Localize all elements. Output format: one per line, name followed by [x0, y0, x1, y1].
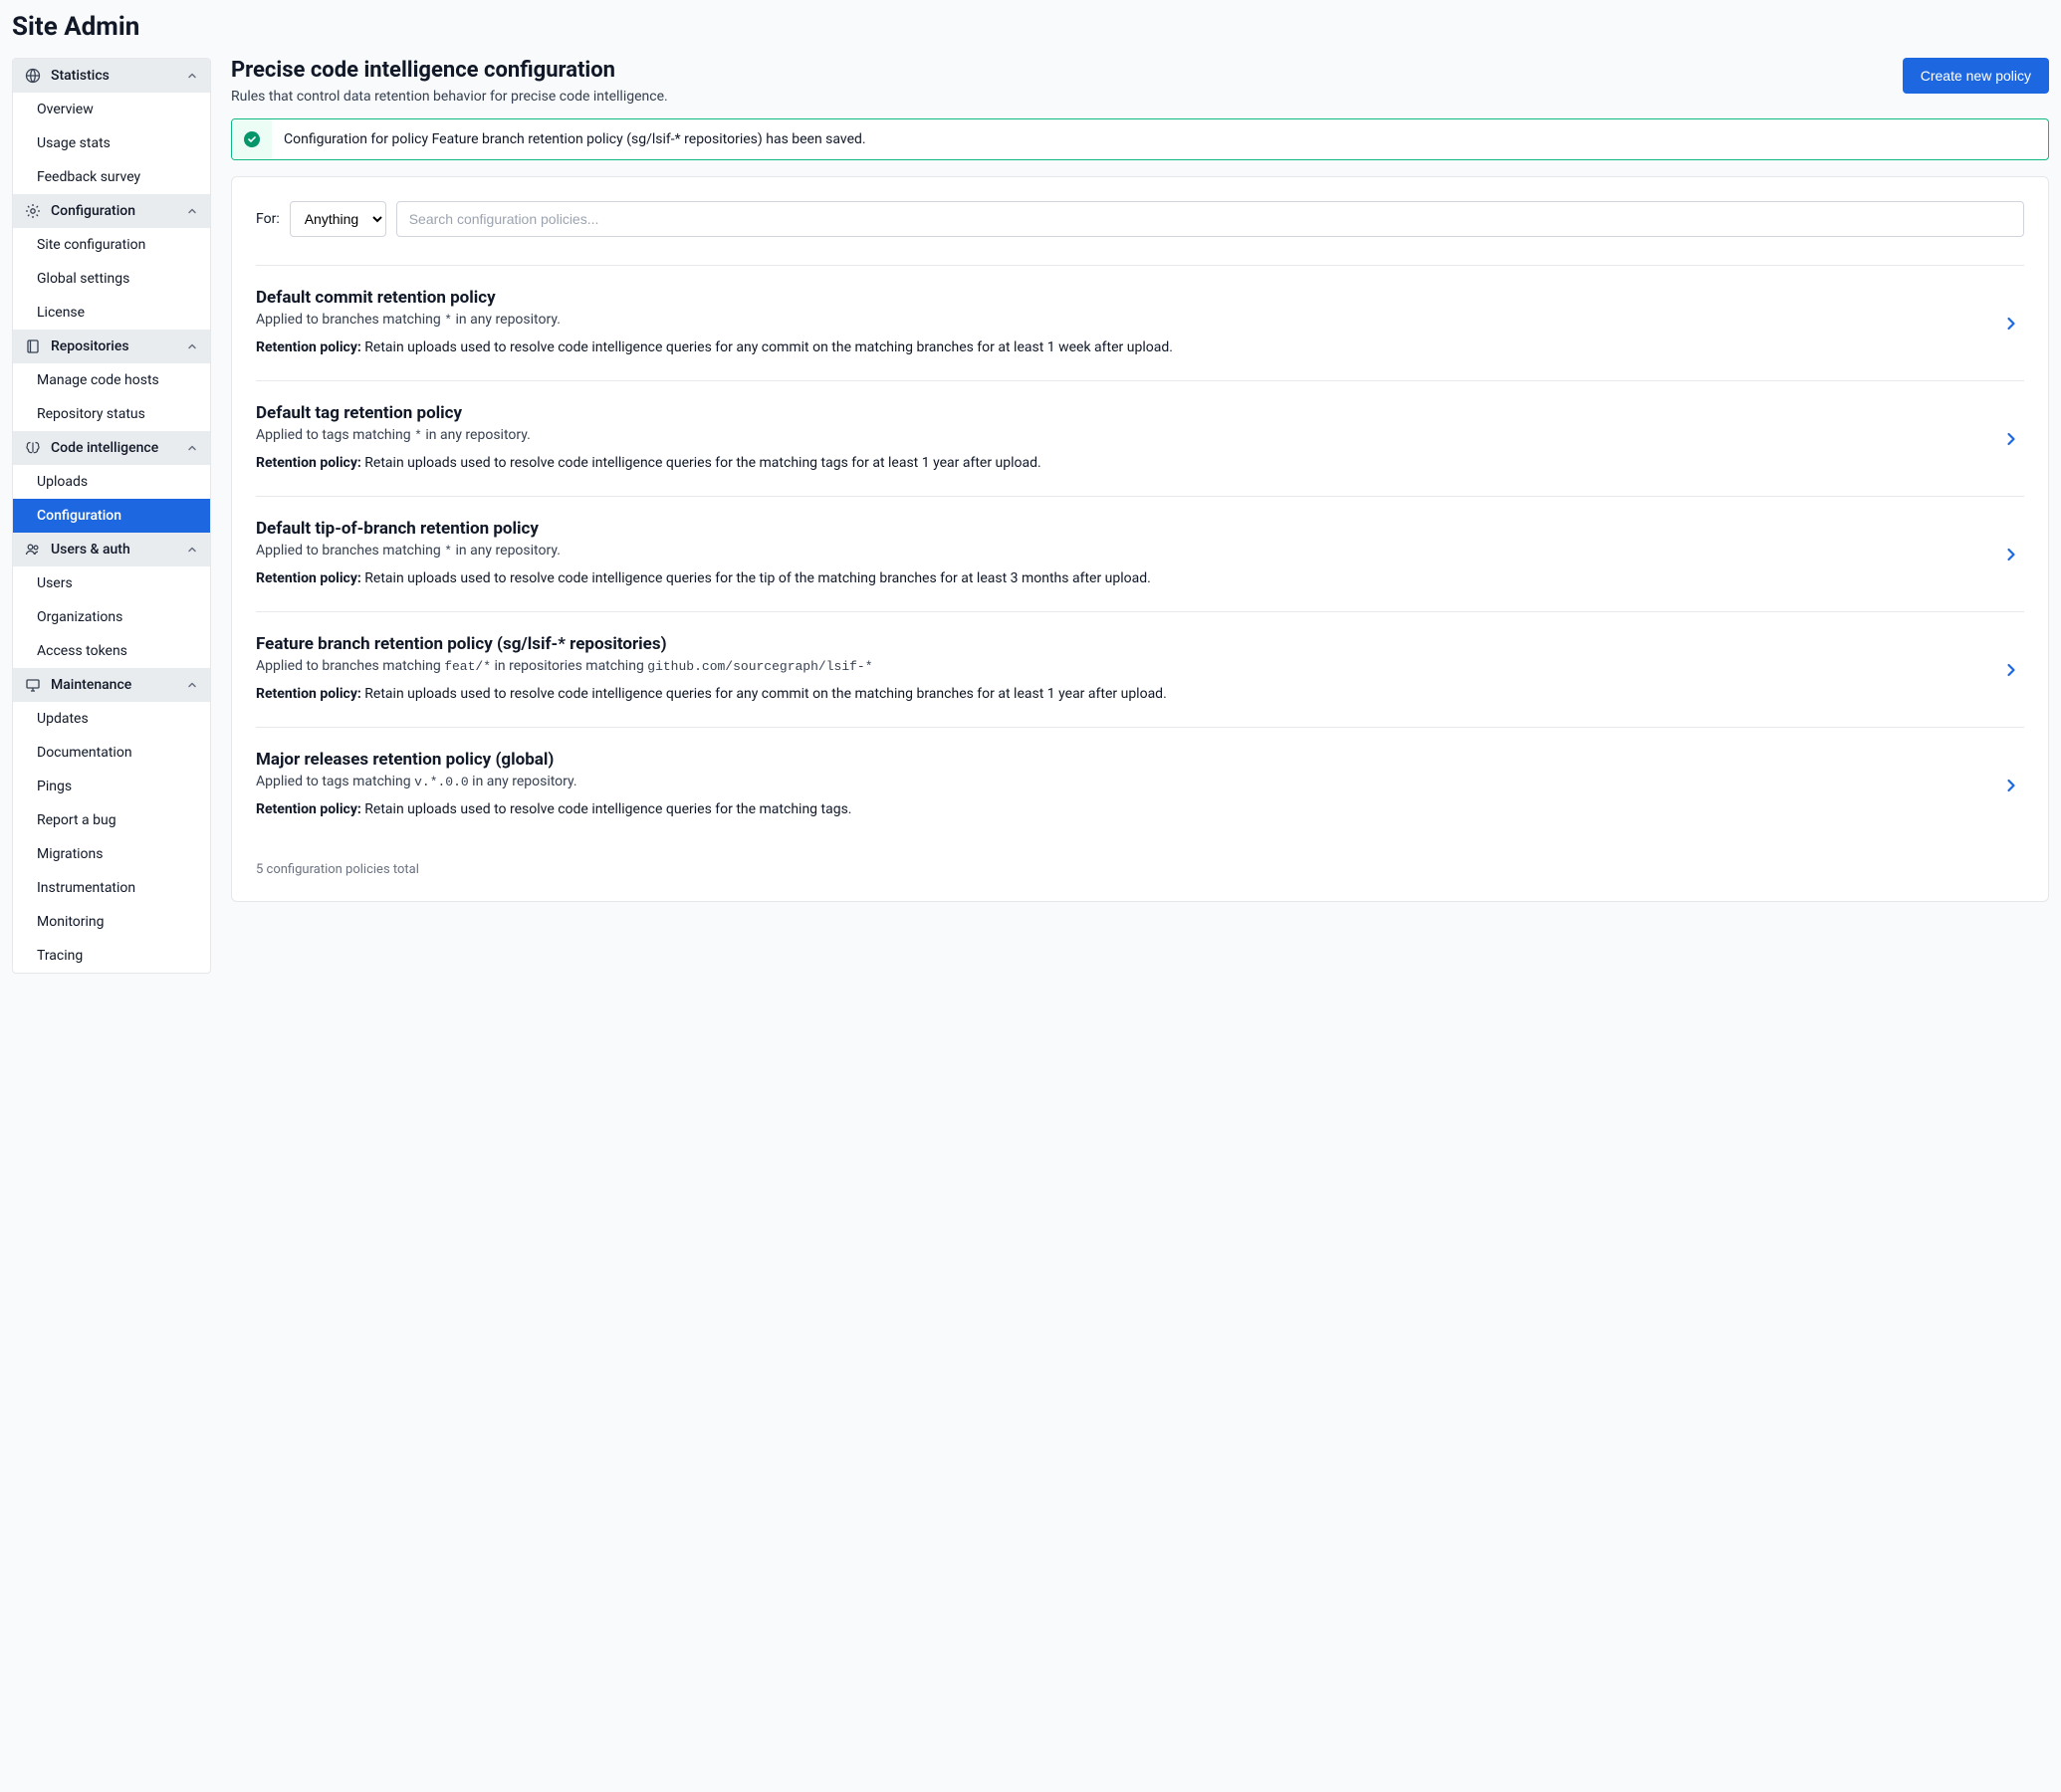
sidebar: Statistics OverviewUsage statsFeedback su… [12, 58, 211, 974]
sidebar-item-uploads[interactable]: Uploads [13, 465, 210, 499]
policy-item[interactable]: Default tip-of-branch retention policy Ap… [256, 496, 2024, 611]
policies-panel: For: Anything Default commit retention p… [231, 176, 2049, 902]
policy-retention: Retention policy: Retain uploads used to… [256, 568, 1986, 589]
sidebar-group-statistics[interactable]: Statistics [13, 59, 210, 93]
chevron-right-icon [1998, 430, 2024, 448]
main-title: Precise code intelligence configuration [231, 58, 668, 83]
sidebar-item-users[interactable]: Users [13, 566, 210, 600]
main-content: Precise code intelligence configuration … [231, 58, 2049, 974]
chevron-right-icon [1998, 661, 2024, 679]
main-subtitle: Rules that control data retention behavi… [231, 89, 668, 105]
policy-title: Feature branch retention policy (sg/lsif… [256, 634, 1986, 654]
chevron-right-icon [1998, 546, 2024, 563]
sidebar-item-report-bug[interactable]: Report a bug [13, 803, 210, 837]
policy-title: Major releases retention policy (global) [256, 750, 1986, 770]
users-icon [25, 542, 41, 558]
policy-item[interactable]: Default tag retention policy Applied to t… [256, 380, 2024, 496]
sidebar-item-global-settings[interactable]: Global settings [13, 262, 210, 296]
sidebar-item-site-config[interactable]: Site configuration [13, 228, 210, 262]
sidebar-group-label: Users & auth [51, 542, 130, 558]
success-alert: Configuration for policy Feature branch … [231, 118, 2049, 160]
policy-content: Feature branch retention policy (sg/lsif… [256, 634, 1986, 705]
policy-content: Default commit retention policy Applied t… [256, 288, 1986, 358]
sidebar-item-migrations[interactable]: Migrations [13, 837, 210, 871]
policy-retention: Retention policy: Retain uploads used to… [256, 337, 1986, 358]
chevron-right-icon [1998, 777, 2024, 794]
sidebar-item-feedback-survey[interactable]: Feedback survey [13, 160, 210, 194]
policy-applied: Applied to branches matching feat/* in r… [256, 658, 1986, 674]
sidebar-item-license[interactable]: License [13, 296, 210, 330]
sidebar-group-configuration[interactable]: Configuration [13, 194, 210, 228]
policy-applied: Applied to tags matching * in any reposi… [256, 427, 1986, 443]
sidebar-item-repository-status[interactable]: Repository status [13, 397, 210, 431]
monitor-icon [25, 677, 41, 693]
policy-title: Default tag retention policy [256, 403, 1986, 423]
filter-for-label: For: [256, 211, 280, 227]
sidebar-item-access-tokens[interactable]: Access tokens [13, 634, 210, 668]
policy-retention: Retention policy: Retain uploads used to… [256, 453, 1986, 474]
sidebar-group-maintenance[interactable]: Maintenance [13, 668, 210, 702]
policy-applied: Applied to branches matching * in any re… [256, 312, 1986, 328]
policy-content: Default tag retention policy Applied to t… [256, 403, 1986, 474]
sidebar-group-users-auth[interactable]: Users & auth [13, 533, 210, 566]
policy-title: Default commit retention policy [256, 288, 1986, 308]
policy-item[interactable]: Feature branch retention policy (sg/lsif… [256, 611, 2024, 727]
policy-content: Default tip-of-branch retention policy Ap… [256, 519, 1986, 589]
chevron-up-icon [186, 679, 198, 691]
sidebar-item-manage-code-hosts[interactable]: Manage code hosts [13, 363, 210, 397]
alert-icon-wrap [232, 119, 272, 159]
sidebar-group-code-intelligence[interactable]: Code intelligence [13, 431, 210, 465]
page-title: Site Admin [12, 12, 2049, 42]
sidebar-item-tracing[interactable]: Tracing [13, 939, 210, 973]
gear-icon [25, 203, 41, 219]
policy-applied: Applied to branches matching * in any re… [256, 543, 1986, 559]
chevron-up-icon [186, 544, 198, 556]
policy-item[interactable]: Default commit retention policy Applied t… [256, 265, 2024, 380]
sidebar-group-repositories[interactable]: Repositories [13, 330, 210, 363]
policy-content: Major releases retention policy (global)… [256, 750, 1986, 820]
policy-item[interactable]: Major releases retention policy (global)… [256, 727, 2024, 842]
sidebar-item-monitoring[interactable]: Monitoring [13, 905, 210, 939]
globe-icon [25, 68, 41, 84]
repo-icon [25, 338, 41, 354]
alert-message: Configuration for policy Feature branch … [272, 119, 878, 159]
chevron-up-icon [186, 340, 198, 352]
sidebar-item-pings[interactable]: Pings [13, 770, 210, 803]
chevron-up-icon [186, 442, 198, 454]
sidebar-item-overview[interactable]: Overview [13, 93, 210, 126]
filter-row: For: Anything [256, 201, 2024, 237]
chevron-up-icon [186, 205, 198, 217]
sidebar-group-label: Repositories [51, 338, 129, 354]
policy-title: Default tip-of-branch retention policy [256, 519, 1986, 539]
policy-retention: Retention policy: Retain uploads used to… [256, 799, 1986, 820]
policy-applied: Applied to tags matching v.*.0.0 in any … [256, 774, 1986, 789]
policy-retention: Retention policy: Retain uploads used to… [256, 684, 1986, 705]
chevron-up-icon [186, 70, 198, 82]
sidebar-group-label: Statistics [51, 68, 110, 84]
sidebar-item-instrumentation[interactable]: Instrumentation [13, 871, 210, 905]
sidebar-item-ci-configuration[interactable]: Configuration [13, 499, 210, 533]
policy-list: Default commit retention policy Applied t… [256, 265, 2024, 842]
sidebar-group-label: Maintenance [51, 677, 131, 693]
filter-select[interactable]: Anything [290, 201, 386, 237]
check-circle-icon [244, 131, 260, 147]
chevron-right-icon [1998, 315, 2024, 333]
total-count: 5 configuration policies total [256, 852, 2024, 877]
create-new-policy-button[interactable]: Create new policy [1903, 58, 2049, 94]
sidebar-item-documentation[interactable]: Documentation [13, 736, 210, 770]
brain-icon [25, 440, 41, 456]
sidebar-item-usage-stats[interactable]: Usage stats [13, 126, 210, 160]
sidebar-group-label: Code intelligence [51, 440, 158, 456]
search-input[interactable] [396, 201, 2024, 237]
sidebar-item-organizations[interactable]: Organizations [13, 600, 210, 634]
sidebar-item-updates[interactable]: Updates [13, 702, 210, 736]
sidebar-group-label: Configuration [51, 203, 135, 219]
